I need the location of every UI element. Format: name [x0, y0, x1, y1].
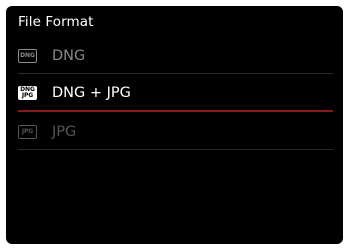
dng-format-icon: DNG [18, 48, 37, 63]
menu-title: File Format [18, 14, 94, 30]
selection-underline [18, 110, 333, 112]
jpg-icon-text: JPG [21, 127, 34, 135]
option-dng-jpg[interactable]: DNG JPG DNG + JPG [6, 74, 343, 111]
camera-menu-screen: File Format DNG DNG DNG JPG DNG + JPG JP… [6, 6, 343, 244]
jpg-format-icon: JPG [18, 124, 37, 139]
option-jpg[interactable]: JPG JPG [6, 113, 343, 150]
option-dng[interactable]: DNG DNG [6, 37, 343, 74]
option-dng-jpg-label: DNG + JPG [52, 84, 131, 101]
divider [18, 149, 333, 150]
option-dng-label: DNG [52, 47, 86, 64]
dng-icon-text: DNG [20, 51, 35, 59]
dng-jpg-icon-bottom: JPG [21, 91, 34, 99]
dng-jpg-format-icon: DNG JPG [18, 85, 37, 100]
option-jpg-label: JPG [52, 123, 77, 140]
